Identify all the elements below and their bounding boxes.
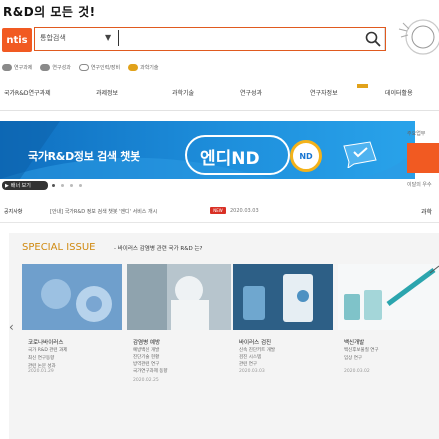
- new-badge: NEW: [210, 207, 226, 214]
- card-date: 2020.03.03: [239, 369, 265, 374]
- special-issue-title: SPECIAL ISSUE: [22, 242, 96, 253]
- pagination-dot[interactable]: [70, 184, 73, 187]
- search-filter-group: 연구과제 연구성과 연구인력/장비 과학기술: [2, 61, 159, 73]
- nav-item[interactable]: 연구자정보: [310, 88, 338, 97]
- nav-item[interactable]: 데이터활용: [385, 88, 413, 97]
- hazmat-image-icon: [127, 264, 231, 330]
- side-thumbnail[interactable]: [407, 143, 439, 173]
- card-line: 방역관련 연구: [133, 362, 160, 367]
- main-nav: 국가R&D연구과제 과제정보 과학기술 연구성과 연구자정보 데이터활용: [0, 82, 439, 106]
- card-date: 2020.01.29: [28, 369, 54, 374]
- card-title[interactable]: 감염병 예방: [133, 338, 160, 346]
- card-image[interactable]: [127, 264, 231, 330]
- card-title[interactable]: 백신개발: [344, 338, 364, 346]
- card-date: 2020.03.02: [344, 369, 370, 374]
- site-tagline: R&D의 모든 것!: [3, 5, 96, 19]
- filter-option[interactable]: 연구과제: [2, 63, 32, 71]
- radio-icon: [78, 63, 89, 71]
- card-title[interactable]: 바이러스 검진: [239, 338, 271, 346]
- notice-date: 2020.03.03: [230, 208, 259, 214]
- nav-item[interactable]: 연구성과: [240, 88, 262, 97]
- pagination-dot[interactable]: [52, 184, 55, 187]
- play-icon: ▶: [5, 182, 9, 189]
- nav-new-marker: [357, 84, 368, 88]
- text-caret: [118, 30, 119, 46]
- site-logo[interactable]: ntis: [2, 28, 32, 52]
- card-image[interactable]: [233, 264, 333, 330]
- card-line: 최신 연구동향: [28, 356, 55, 361]
- search-scope-select[interactable]: 통합검색: [40, 33, 106, 43]
- card-line: 백신후보물질 연구: [344, 348, 379, 353]
- card-line: 예방백신 개발: [133, 348, 160, 353]
- search-icon[interactable]: [364, 30, 382, 48]
- radio-icon: [128, 63, 139, 71]
- chat-bubble-icon: [343, 141, 377, 168]
- card-image[interactable]: [338, 264, 439, 330]
- radio-icon: [40, 63, 51, 71]
- banner-headline: 국가R&D정보 검색 챗봇: [28, 150, 140, 163]
- pagination-dot[interactable]: [79, 184, 82, 187]
- card-title[interactable]: 코로나바이러스: [28, 338, 63, 346]
- virus-image-icon: [22, 264, 122, 330]
- card-image[interactable]: [22, 264, 122, 330]
- card-line: 진단기술 현황: [133, 355, 160, 360]
- special-issue-subtitle: - 바이러스 감염병 관련 국가 R&D 는?: [114, 246, 203, 252]
- chevron-left-icon[interactable]: ‹: [9, 320, 14, 334]
- notice-link[interactable]: [안내] 국가R&D 정보 검색 챗봇 '엔디' 서비스 개시: [50, 208, 157, 215]
- notice-heading[interactable]: 공지사항: [4, 208, 22, 215]
- nd-badge-icon: ND: [290, 140, 322, 172]
- card-line: 신속 진단키트 개발: [239, 348, 275, 353]
- card-line: 국가연구과제 동향: [133, 369, 168, 374]
- vaccine-image-icon: [338, 264, 439, 330]
- chevron-down-icon[interactable]: ▼: [105, 33, 111, 42]
- nav-divider: [0, 110, 439, 111]
- side-label-bottom: 이달의 우수: [407, 182, 432, 188]
- card-line: 검진 시스템: [239, 355, 262, 360]
- filter-option[interactable]: 연구인력/장비: [78, 63, 120, 71]
- banner-pagination: [52, 184, 82, 187]
- card-line: 관련 연구: [239, 362, 257, 367]
- banner-control[interactable]: ▶ 배너 보기: [2, 181, 48, 190]
- nav-item[interactable]: 과제정보: [96, 88, 118, 97]
- chatbot-mascot-icon[interactable]: [393, 15, 439, 61]
- pagination-dot[interactable]: [61, 184, 64, 187]
- search-divider: [384, 28, 385, 50]
- notice-divider: [0, 222, 439, 223]
- lab-image-icon: [233, 264, 333, 330]
- banner-brand: 엔디ND: [200, 149, 260, 169]
- card-line: 임상 연구: [344, 356, 362, 361]
- radio-icon: [2, 63, 12, 71]
- card-date: 2020.02.25: [133, 378, 159, 383]
- side-label-right: 과학: [421, 209, 433, 216]
- filter-option[interactable]: 과학기술: [128, 63, 159, 71]
- filter-option[interactable]: 연구성과: [40, 63, 71, 71]
- side-label-top: 주요업무: [407, 131, 426, 137]
- card-line: 국가 R&D 관련 과제: [28, 348, 68, 353]
- nav-item[interactable]: 국가R&D연구과제: [4, 88, 51, 97]
- nav-item[interactable]: 과학기술: [172, 88, 194, 97]
